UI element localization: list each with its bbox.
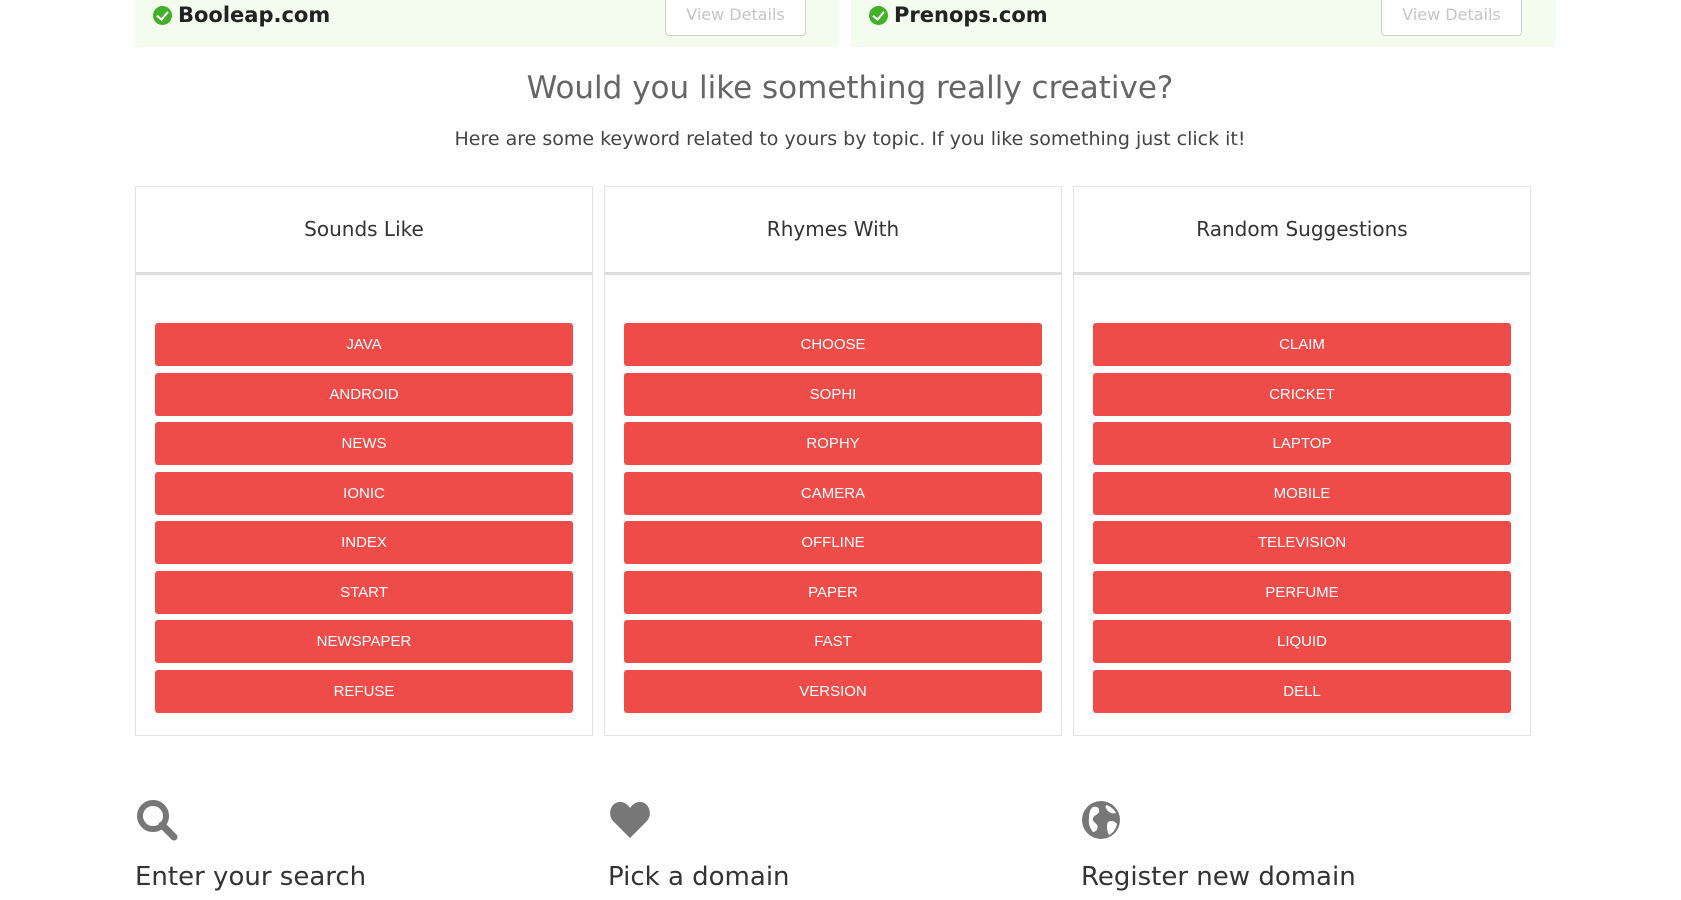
keyword-button[interactable]: CHOOSE (624, 323, 1042, 366)
domain-result-card: Booleap.com View Details (135, 0, 839, 47)
creative-heading: Would you like something really creative… (526, 70, 1174, 106)
keyword-button[interactable]: LAPTOP (1093, 422, 1511, 465)
keyword-button[interactable]: SOPHI (624, 372, 1042, 416)
domain-name[interactable]: Booleap.com (178, 0, 330, 30)
random-suggestions-panel: Random Suggestions CLAIM CRICKET LAPTOP … (1073, 186, 1531, 736)
domain-result: Prenops.com (869, 0, 1048, 30)
step-title: Register new domain (1081, 862, 1356, 892)
keyword-button[interactable]: NEWS (155, 422, 573, 465)
keyword-button[interactable]: MOBILE (1093, 471, 1511, 515)
globe-icon (1082, 801, 1120, 839)
keyword-button[interactable]: DELL (1093, 669, 1511, 713)
view-details-button[interactable]: View Details (1381, 0, 1522, 36)
domain-name[interactable]: Prenops.com (894, 0, 1048, 30)
keyword-button[interactable]: ANDROID (155, 372, 573, 416)
keyword-button[interactable]: CLAIM (1093, 323, 1511, 366)
check-icon (869, 5, 888, 25)
sounds-like-panel: Sounds Like JAVA ANDROID NEWS IONIC INDE… (135, 186, 593, 736)
creative-subheading: Here are some keyword related to yours b… (454, 128, 1246, 150)
panel-title: Random Suggestions (1074, 187, 1530, 275)
rhymes-with-panel: Rhymes With CHOOSE SOPHI ROPHY CAMERA OF… (604, 186, 1062, 736)
step-title: Pick a domain (608, 862, 790, 892)
page: Booleap.com View Details Prenops.com Vie… (0, 0, 1681, 900)
check-icon (153, 5, 172, 25)
panel-title: Rhymes With (605, 187, 1061, 275)
panel-title: Sounds Like (136, 187, 592, 275)
keyword-button[interactable]: NEWSPAPER (155, 620, 573, 663)
domain-result-card: Prenops.com View Details (851, 0, 1555, 47)
keyword-button[interactable]: VERSION (624, 669, 1042, 713)
search-icon (137, 800, 178, 841)
keyword-list: JAVA ANDROID NEWS IONIC INDEX START NEWS… (155, 323, 573, 719)
keyword-button[interactable]: INDEX (155, 521, 573, 564)
keyword-button[interactable]: TELEVISION (1093, 521, 1511, 564)
view-details-button[interactable]: View Details (665, 0, 806, 36)
keyword-button[interactable]: CAMERA (624, 471, 1042, 515)
keyword-button[interactable]: FAST (624, 620, 1042, 663)
heart-icon (610, 802, 650, 838)
domain-result: Booleap.com (153, 0, 330, 30)
keyword-button[interactable]: OFFLINE (624, 521, 1042, 564)
keyword-button[interactable]: PERFUME (1093, 570, 1511, 614)
keyword-button[interactable]: CRICKET (1093, 372, 1511, 416)
keyword-button[interactable]: REFUSE (155, 669, 573, 713)
keyword-button[interactable]: START (155, 570, 573, 614)
keyword-list: CHOOSE SOPHI ROPHY CAMERA OFFLINE PAPER … (624, 323, 1042, 719)
keyword-button[interactable]: LIQUID (1093, 620, 1511, 663)
keyword-button[interactable]: JAVA (155, 323, 573, 366)
keyword-button[interactable]: IONIC (155, 471, 573, 515)
keyword-button[interactable]: ROPHY (624, 422, 1042, 465)
keyword-list: CLAIM CRICKET LAPTOP MOBILE TELEVISION P… (1093, 323, 1511, 719)
step-title: Enter your search (135, 862, 367, 892)
keyword-button[interactable]: PAPER (624, 570, 1042, 614)
